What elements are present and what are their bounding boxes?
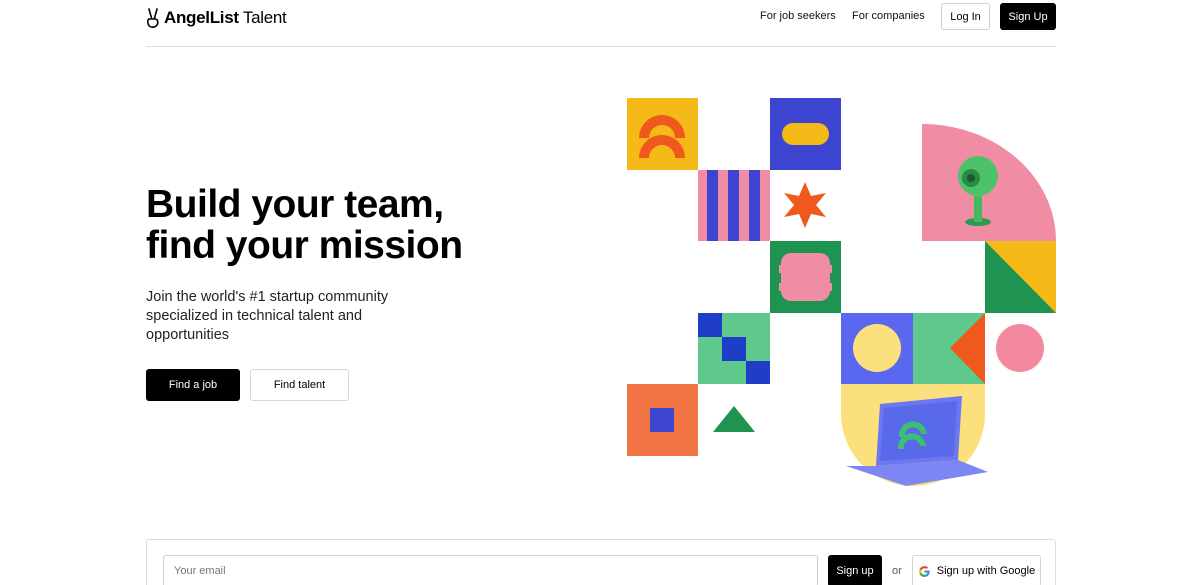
checker-tile: [698, 313, 770, 384]
arch-tile: [627, 98, 698, 170]
pill-tile: [770, 98, 841, 170]
hero-title-line-2: find your mission: [146, 224, 463, 267]
webcam-tile: [922, 124, 1056, 241]
signup-button-header[interactable]: Sign Up: [1000, 3, 1056, 30]
hero-subtitle: Join the world's #1 startup community sp…: [146, 289, 389, 343]
circle-tile: [841, 313, 913, 384]
wave-tile: [770, 241, 841, 313]
google-icon: [918, 565, 930, 577]
peace-hand-icon: [146, 8, 159, 28]
find-job-button[interactable]: Find a job: [146, 369, 240, 401]
google-signup-label: Sign up with Google: [936, 565, 1036, 577]
square-tile: [627, 384, 698, 456]
star-shape: [784, 182, 826, 228]
angellist-logo[interactable]: AngelList Talent: [146, 7, 287, 29]
hero-illustration: [627, 98, 1056, 486]
green-triangle: [713, 406, 755, 432]
hero-title-line-1: Build your team,: [146, 183, 444, 226]
stripes-tile: [698, 170, 770, 241]
pink-circle: [996, 324, 1044, 372]
top-header: AngelList Talent For job seekers For com…: [146, 0, 1056, 47]
google-signup-button[interactable]: Sign up with Google: [912, 555, 1041, 585]
find-talent-button[interactable]: Find talent: [250, 369, 349, 401]
nav-for-companies[interactable]: For companies: [852, 10, 925, 22]
signup-button[interactable]: Sign up: [828, 555, 882, 585]
logo-text: AngelList Talent: [164, 8, 287, 27]
email-signup-bar: Sign up or Sign up with Google: [146, 539, 1056, 585]
nav-for-job-seekers[interactable]: For job seekers: [760, 10, 836, 22]
arrow-tile: [913, 313, 985, 384]
login-button[interactable]: Log In: [941, 3, 990, 30]
hero-title: Build your team, find your mission: [146, 184, 463, 266]
triangle-tile: [985, 241, 1056, 313]
email-input[interactable]: [163, 555, 818, 585]
laptop-tile: [841, 384, 988, 486]
or-separator: or: [892, 565, 902, 577]
